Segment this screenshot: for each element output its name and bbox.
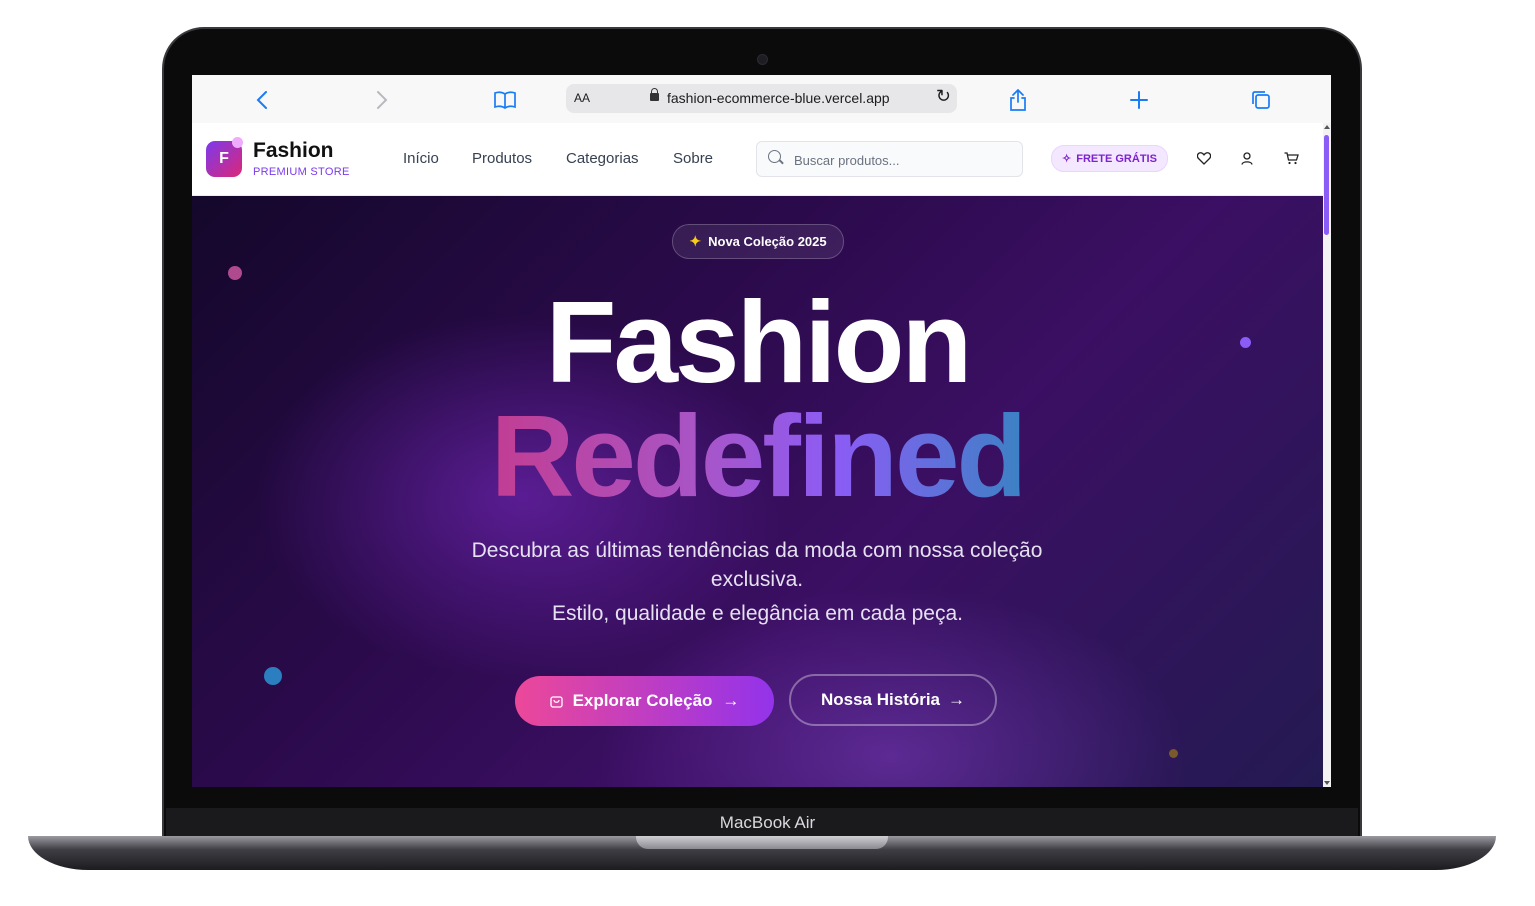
lock-icon xyxy=(650,88,659,101)
decor-dot xyxy=(264,667,282,685)
hero-section: ✦ Nova Coleção 2025 Fashion Redefined De… xyxy=(192,196,1323,787)
our-story-label: Nossa História xyxy=(820,690,941,709)
bag-icon xyxy=(549,696,563,708)
logo-dot xyxy=(232,137,243,148)
free-shipping-label: FRETE GRÁTIS xyxy=(1076,152,1157,165)
camera xyxy=(757,54,768,65)
search-box xyxy=(756,141,1023,177)
scroll-thumb[interactable] xyxy=(1324,135,1329,235)
arrow-right-icon: → xyxy=(948,690,966,709)
explore-collection-label: Explorar Coleção xyxy=(572,691,713,710)
decor-dot xyxy=(1169,749,1178,758)
scroll-up-icon[interactable] xyxy=(1324,125,1330,129)
nav-categorias[interactable]: Categorias xyxy=(566,150,639,167)
tabs-icon[interactable] xyxy=(1248,87,1274,113)
hero-subtitle: Descubra as últimas tendências da moda c… xyxy=(471,539,1043,591)
reload-icon[interactable]: ↻ xyxy=(936,86,951,107)
free-shipping-badge: ✧ FRETE GRÁTIS xyxy=(1051,145,1168,172)
site-header: F Fashion PREMIUM STORE Início Produtos … xyxy=(192,123,1323,196)
our-story-button[interactable]: Nossa História → xyxy=(789,674,997,726)
page-scrollbar[interactable] xyxy=(1323,123,1331,787)
hero-title-line1: Fashion xyxy=(545,277,973,407)
forward-icon[interactable] xyxy=(369,87,395,113)
hero-tagline: Estilo, qualidade e elegância em cada pe… xyxy=(552,602,963,625)
nav-produtos[interactable]: Produtos xyxy=(472,150,532,167)
text-size-button[interactable]: AA xyxy=(574,91,590,105)
search-icon xyxy=(768,150,781,163)
arrow-right-icon: → xyxy=(722,691,740,710)
explore-collection-button[interactable]: Explorar Coleção → xyxy=(515,676,774,726)
address-bar[interactable]: AA fashion-ecommerce-blue.vercel.app ↻ xyxy=(566,84,957,113)
cart-icon[interactable] xyxy=(1281,148,1301,168)
user-icon[interactable] xyxy=(1237,148,1257,168)
brand-tagline: PREMIUM STORE xyxy=(253,166,350,178)
screen: AA fashion-ecommerce-blue.vercel.app ↻ F… xyxy=(192,75,1331,787)
share-icon[interactable] xyxy=(1005,87,1031,113)
device-label: MacBook Air xyxy=(719,813,816,832)
nav-sobre[interactable]: Sobre xyxy=(673,150,713,167)
new-tab-icon[interactable] xyxy=(1126,87,1152,113)
url-text: fashion-ecommerce-blue.vercel.app xyxy=(667,90,890,106)
sparkles-icon: ✦ xyxy=(689,233,702,249)
browser-toolbar: AA fashion-ecommerce-blue.vercel.app ↻ xyxy=(192,75,1331,124)
search-input[interactable] xyxy=(792,148,1016,172)
back-icon[interactable] xyxy=(249,87,275,113)
new-collection-pill: ✦ Nova Coleção 2025 xyxy=(672,224,844,259)
nav-inicio[interactable]: Início xyxy=(403,150,439,167)
heart-icon[interactable] xyxy=(1194,148,1214,168)
laptop-notch xyxy=(636,836,888,849)
scroll-down-icon[interactable] xyxy=(1324,781,1330,785)
decor-dot xyxy=(228,266,242,280)
hero-title-line2: Redefined xyxy=(192,396,1323,516)
sparkles-icon: ✧ xyxy=(1062,153,1072,165)
brand-name[interactable]: Fashion xyxy=(253,139,334,163)
new-collection-label: Nova Coleção 2025 xyxy=(708,234,827,249)
hero-title-gradient: Redefined xyxy=(490,391,1028,521)
bookmarks-icon[interactable] xyxy=(492,87,518,113)
